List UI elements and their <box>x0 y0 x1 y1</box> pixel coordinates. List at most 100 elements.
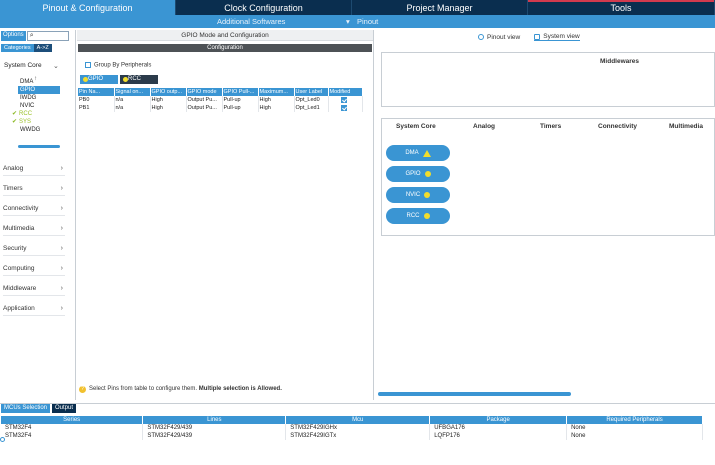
chevron-right-icon: › <box>60 245 63 252</box>
pill-label: RCC <box>406 213 420 219</box>
chevron-right-icon: › <box>60 205 63 212</box>
tab-gpio[interactable]: GPIO <box>80 75 118 84</box>
modified-checkbox[interactable] <box>340 104 347 111</box>
additional-softwares-menu[interactable]: Additional Softwares <box>217 17 285 26</box>
tab-label: Pinout view <box>487 33 521 41</box>
system-core-group[interactable]: System Core ⌄ <box>4 62 66 70</box>
category-header: Multimedia <box>669 123 703 130</box>
group-label: Middleware <box>3 285 37 292</box>
column-header[interactable]: Package <box>429 416 568 424</box>
column-header[interactable]: Required Peripherals <box>566 416 703 424</box>
table-cell <box>328 104 363 112</box>
table-row[interactable]: PB1 n/a High Output Pu... Pull-up High O… <box>78 104 363 112</box>
mcus-selection-tab[interactable]: MCUs Selection <box>1 404 51 413</box>
categories-tab[interactable]: Categories <box>1 44 34 52</box>
list-item-rcc[interactable]: ✔ RCC <box>10 110 68 118</box>
group-multimedia[interactable]: Multimedia › <box>3 225 65 236</box>
system-categories-box: System Core Analog Timers Connectivity M… <box>381 118 715 236</box>
group-analog[interactable]: Analog › <box>3 165 65 176</box>
group-label: System Core <box>4 62 42 69</box>
list-item-sys[interactable]: ✔ SYS <box>10 118 68 126</box>
column-header[interactable]: Series <box>1 416 144 424</box>
list-item-label: RCC <box>19 111 33 117</box>
table-cell: High <box>258 96 295 104</box>
table-cell: STM32F4 <box>1 424 144 432</box>
group-application[interactable]: Application › <box>3 305 65 316</box>
tab-rcc[interactable]: RCC <box>120 75 158 84</box>
list-item-nvic[interactable]: NVIC <box>18 102 68 110</box>
column-header[interactable]: Mcu <box>285 416 431 424</box>
chevron-right-icon: › <box>60 225 63 232</box>
table-cell: n/a <box>114 96 151 104</box>
group-connectivity[interactable]: Connectivity › <box>3 205 65 216</box>
tab-label: System view <box>543 33 580 40</box>
group-security[interactable]: Security › <box>3 245 65 256</box>
column-header[interactable]: GPIO mode <box>186 88 223 96</box>
pinout-view-tab[interactable]: Pinout view <box>478 33 520 41</box>
group-label: Multimedia <box>3 225 35 232</box>
column-header[interactable]: Lines <box>142 416 287 424</box>
checkbox-box[interactable] <box>85 62 91 68</box>
hint-text: Select Pins from table to configure them… <box>89 386 198 392</box>
nvic-pill-button[interactable]: NVIC <box>386 187 450 203</box>
column-header[interactable]: Modified <box>328 88 363 96</box>
table-cell: Opt_Led0 <box>294 96 329 104</box>
hint-bold-text: Multiple selection is Allowed. <box>198 386 282 392</box>
gpio-pill-button[interactable]: GPIO <box>386 166 450 182</box>
list-item-gpio[interactable]: GPIO <box>18 86 60 94</box>
table-cell: Pull-up <box>222 104 259 112</box>
group-label: Security <box>3 245 27 252</box>
modified-checkbox[interactable] <box>340 96 347 103</box>
chevron-down-icon: ▾ <box>346 17 350 26</box>
chevron-right-icon: › <box>60 265 63 272</box>
group-by-peripherals-checkbox[interactable]: Group By Peripherals <box>85 62 151 69</box>
category-header: Analog <box>473 123 496 130</box>
column-header[interactable]: User Label <box>294 88 329 96</box>
table-cell: None <box>566 424 703 432</box>
warning-icon <box>422 149 431 157</box>
dma-pill-button[interactable]: DMA <box>386 145 450 161</box>
center-config-pane: GPIO Mode and Configuration Configuratio… <box>77 30 374 400</box>
tab-project-manager[interactable]: Project Manager <box>352 0 528 15</box>
list-scrollbar[interactable] <box>18 145 60 148</box>
options-button[interactable]: Options <box>1 31 26 41</box>
column-header[interactable]: GPIO Pull-... <box>222 88 259 96</box>
chevron-right-icon: › <box>60 305 63 312</box>
search-input[interactable]: ⌕ <box>26 31 69 41</box>
column-header[interactable]: GPIO outp... <box>150 88 187 96</box>
output-tab[interactable]: Output <box>52 404 77 413</box>
status-ok-icon <box>424 171 431 177</box>
view-tabs: Pinout view System view <box>478 33 594 41</box>
table-cell: STM32F429IGTx <box>285 432 431 440</box>
group-computing[interactable]: Computing › <box>3 265 65 276</box>
list-item-dma[interactable]: DMA <box>18 78 68 86</box>
row-select-radio[interactable] <box>0 437 5 442</box>
list-item-wwdg[interactable]: WWDG <box>18 126 68 134</box>
group-label: Analog <box>3 165 24 172</box>
group-timers[interactable]: Timers › <box>3 185 65 196</box>
group-label: Timers <box>3 185 23 192</box>
column-header[interactable]: Maximum... <box>258 88 295 96</box>
check-icon: ✔ <box>12 119 18 125</box>
list-item-iwdg[interactable]: IWDG <box>18 94 68 102</box>
column-header[interactable]: Signal on... <box>114 88 151 96</box>
tab-tools[interactable]: Tools <box>528 0 715 15</box>
horizontal-scrollbar[interactable] <box>378 392 571 396</box>
configuration-header: Configuration <box>78 44 372 52</box>
table-row[interactable]: STM32F4 STM32F429/439 STM32F429IGHx UFBG… <box>1 424 703 432</box>
chevron-down-icon: ⌄ <box>53 63 59 70</box>
table-cell <box>328 96 363 104</box>
pinout-menu[interactable]: Pinout <box>357 17 378 26</box>
tab-pinout-configuration[interactable]: Pinout & Configuration <box>0 0 176 15</box>
table-cell: Pull-up <box>222 96 259 104</box>
column-header[interactable]: Pin Na... <box>78 88 115 96</box>
group-middleware[interactable]: Middleware › <box>3 285 65 296</box>
rcc-pill-button[interactable]: RCC <box>386 208 450 224</box>
table-row[interactable]: PB0 n/a High Output Pu... Pull-up High O… <box>78 96 363 104</box>
system-view-tab[interactable]: System view <box>534 33 580 41</box>
tab-clock-configuration[interactable]: Clock Configuration <box>176 0 352 15</box>
table-row[interactable]: STM32F4 STM32F429/439 STM32F429IGTx LQFP… <box>1 432 703 440</box>
middlewares-box: Middlewares <box>381 52 715 107</box>
az-tab[interactable]: A->Z <box>33 44 52 52</box>
right-system-view-pane: Pinout view System view Middlewares Syst… <box>378 30 715 400</box>
